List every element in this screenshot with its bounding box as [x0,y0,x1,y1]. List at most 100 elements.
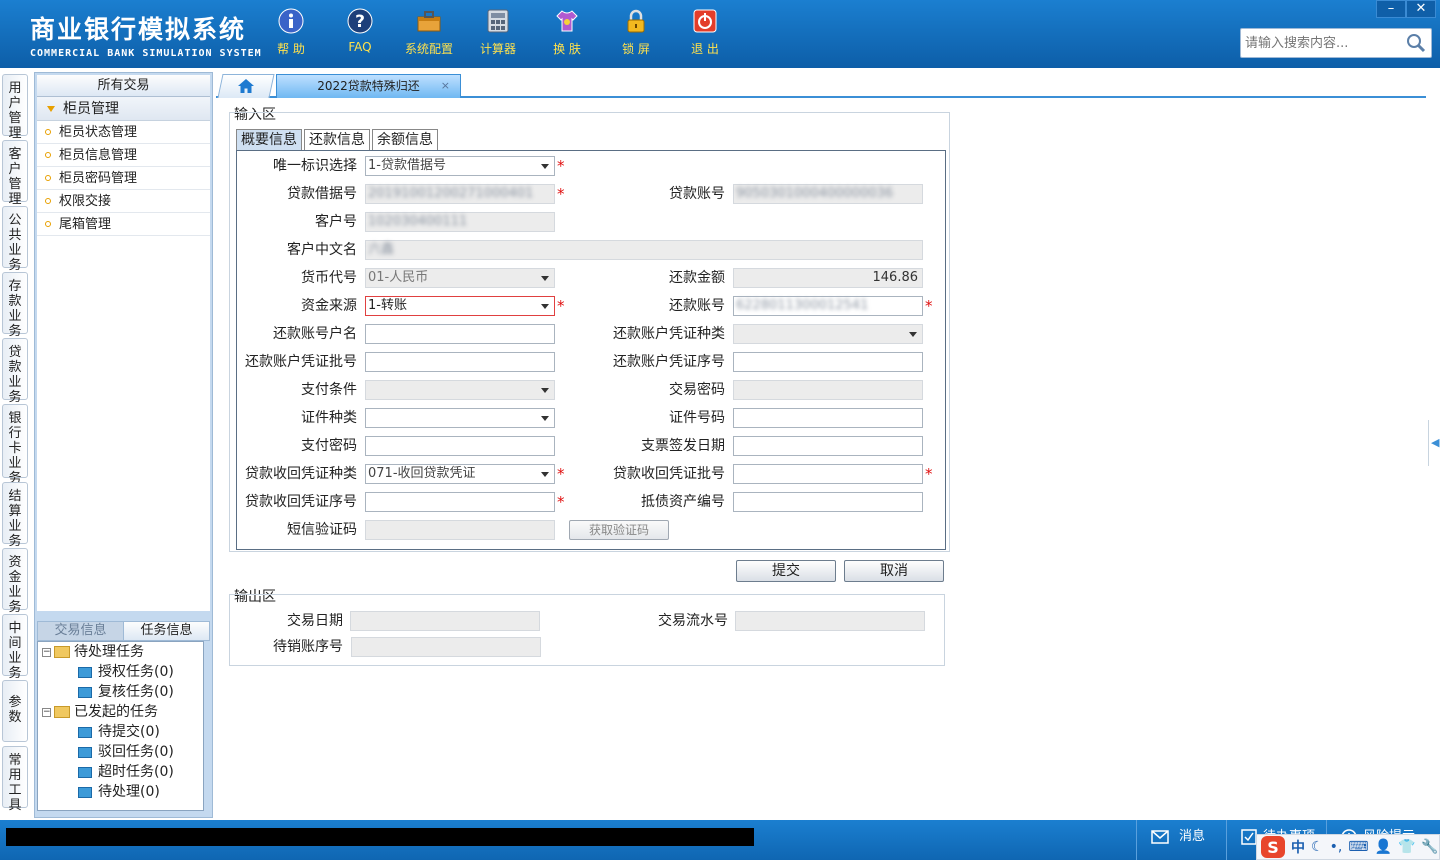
tab-balance-info[interactable]: 余额信息 [372,129,438,151]
message-button[interactable]: 消息 [1136,820,1226,860]
vtab-deposit[interactable]: 存款业务 [2,272,28,339]
repay-voucher-batch-input[interactable] [365,352,555,372]
vtab-tools[interactable]: 常用工具 [2,746,28,813]
tab-trade-info[interactable]: 交易信息 [38,622,123,640]
vtab-bank-card[interactable]: 银行卡业务 [2,404,28,486]
moon-icon[interactable]: ☾ [1311,839,1324,855]
tree-node-rejected[interactable]: 驳回任务(0) [78,742,174,762]
sidebar-item-teller-status[interactable]: 柜员状态管理 [37,121,210,144]
id-type-select[interactable] [365,408,555,428]
required-mark: * [925,465,933,483]
tree-node-pending[interactable]: − 待处理任务 [42,642,144,662]
repay-voucher-seq-input[interactable] [733,352,923,372]
close-tab-icon[interactable]: × [441,75,450,97]
vtab-params[interactable]: 参数 [2,680,28,742]
recover-voucher-batch-input[interactable] [733,464,923,484]
id-type-label: 证件种类 [301,410,357,426]
tree-node-to-submit[interactable]: 待提交(0) [78,722,160,742]
sidebar-header[interactable]: 所有交易 [37,75,210,97]
sidebar-item-teller-password[interactable]: 柜员密码管理 [37,167,210,190]
tree-node-to-process[interactable]: 待处理(0) [78,782,160,802]
sidebar-item-permission-handover[interactable]: 权限交接 [37,190,210,213]
tree-node-label: 复核任务(0) [98,684,174,700]
minimize-button[interactable]: – [1376,0,1406,18]
cheque-date-input[interactable] [733,436,923,456]
config-button[interactable]: 系统配置 [398,8,460,57]
recover-voucher-seq-input[interactable] [365,492,555,512]
faq-button[interactable]: ? FAQ [329,8,391,54]
calculator-label: 计算器 [479,42,516,56]
punctuation-icon[interactable]: •, [1330,839,1343,855]
tab-loan-special-repay[interactable]: 2022贷款特殊归还 × [276,74,461,98]
get-code-button[interactable]: 获取验证码 [569,520,669,540]
right-collapse-handle[interactable]: ◀ [1428,420,1440,466]
customer-name-label: 客户中文名 [287,242,357,258]
calculator-button[interactable]: 计算器 [467,8,529,57]
tab-repay-info[interactable]: 还款信息 [304,129,370,151]
repay-voucher-type-label: 还款账户凭证种类 [613,326,725,342]
repay-account-name-input[interactable] [365,324,555,344]
repay-voucher-type-select[interactable] [733,324,923,344]
vtab-funds[interactable]: 资金业务 [2,548,28,615]
collapse-icon[interactable]: − [42,707,51,717]
sidebar-list: 柜员状态管理 柜员信息管理 柜员密码管理 权限交接 尾箱管理 [37,121,210,611]
repay-account-input[interactable]: 6228011300012541 [733,296,923,316]
skin-button[interactable]: 换 肤 [536,8,598,57]
ime-language[interactable]: 中 [1291,837,1305,857]
ime-toolbar[interactable]: S 中 ☾ •, ⌨ 👤 👕 🔧 [1256,834,1440,860]
id-no-input[interactable] [733,408,923,428]
loan-account-value: 9050301000400000036 [736,186,894,201]
submit-button[interactable]: 提交 [736,560,836,582]
tree-node-auth[interactable]: 授权任务(0) [78,662,174,682]
svg-text:?: ? [355,12,365,32]
status-bar: 消息 待办事项 风险提示 [0,820,1440,860]
search-icon[interactable] [1406,33,1426,53]
search-input[interactable] [1241,29,1401,57]
sidebar-item-tail-box[interactable]: 尾箱管理 [37,213,210,236]
keyboard-icon[interactable]: ⌨ [1348,839,1368,855]
fund-source-select[interactable]: 1-转账 [365,296,555,316]
unique-id-label: 唯一标识选择 [273,158,357,174]
sogou-logo-icon: S [1261,836,1285,858]
pay-password-input[interactable] [365,436,555,456]
tree-node-started[interactable]: − 已发起的任务 [42,702,158,722]
tree-node-timeout[interactable]: 超时任务(0) [78,762,174,782]
vtab-public-business[interactable]: 公共业务 [2,206,28,273]
collapse-icon[interactable]: − [42,647,51,657]
customer-name-value: 六鑫 [368,242,395,257]
help-button[interactable]: 帮 助 [260,8,322,57]
pay-condition-select[interactable] [365,380,555,400]
lock-button[interactable]: 锁 屏 [605,8,667,57]
unique-id-select[interactable]: 1-贷款借据号 [365,156,555,176]
collateral-no-label: 抵债资产编号 [641,494,725,510]
vtab-loan[interactable]: 贷款业务 [2,338,28,405]
status-message-bar [6,828,754,846]
window-controls: – ✕ [1376,0,1436,18]
sidebar-item-label: 尾箱管理 [59,217,112,232]
sidebar-item-teller-info[interactable]: 柜员信息管理 [37,144,210,167]
shirt-icon [554,8,580,34]
customer-no-value: 102030400111 [368,214,468,229]
exit-button[interactable]: 退 出 [674,8,736,57]
collateral-no-input[interactable] [733,492,923,512]
vtab-user-mgmt[interactable]: 用户管理 [2,74,28,141]
customer-no-field: 102030400111 [365,212,555,232]
cancel-button[interactable]: 取消 [844,560,944,582]
user-icon[interactable]: 👤 [1375,839,1392,855]
tab-summary-info[interactable]: 概要信息 [236,129,302,151]
tab-task-info[interactable]: 任务信息 [123,622,209,640]
pending-account-label: 待销账序号 [273,639,343,655]
currency-select[interactable]: 01-人民币 [365,268,555,288]
list-icon [78,686,92,698]
wrench-icon[interactable]: 🔧 [1421,839,1438,855]
vtab-settlement[interactable]: 结算业务 [2,482,28,549]
vtab-intermediate[interactable]: 中间业务 [2,614,28,681]
sidebar-group-teller-mgmt[interactable]: 柜员管理 [37,97,210,121]
vtab-customer-mgmt[interactable]: 客户管理 [2,140,28,207]
repay-account-value: 6228011300012541 [736,298,869,313]
close-button[interactable]: ✕ [1406,0,1436,18]
recover-voucher-type-select[interactable]: 071-收回贷款凭证 [365,464,555,484]
tree-node-review[interactable]: 复核任务(0) [78,682,174,702]
skin-icon[interactable]: 👕 [1398,839,1415,855]
trade-date-label: 交易日期 [287,613,343,629]
